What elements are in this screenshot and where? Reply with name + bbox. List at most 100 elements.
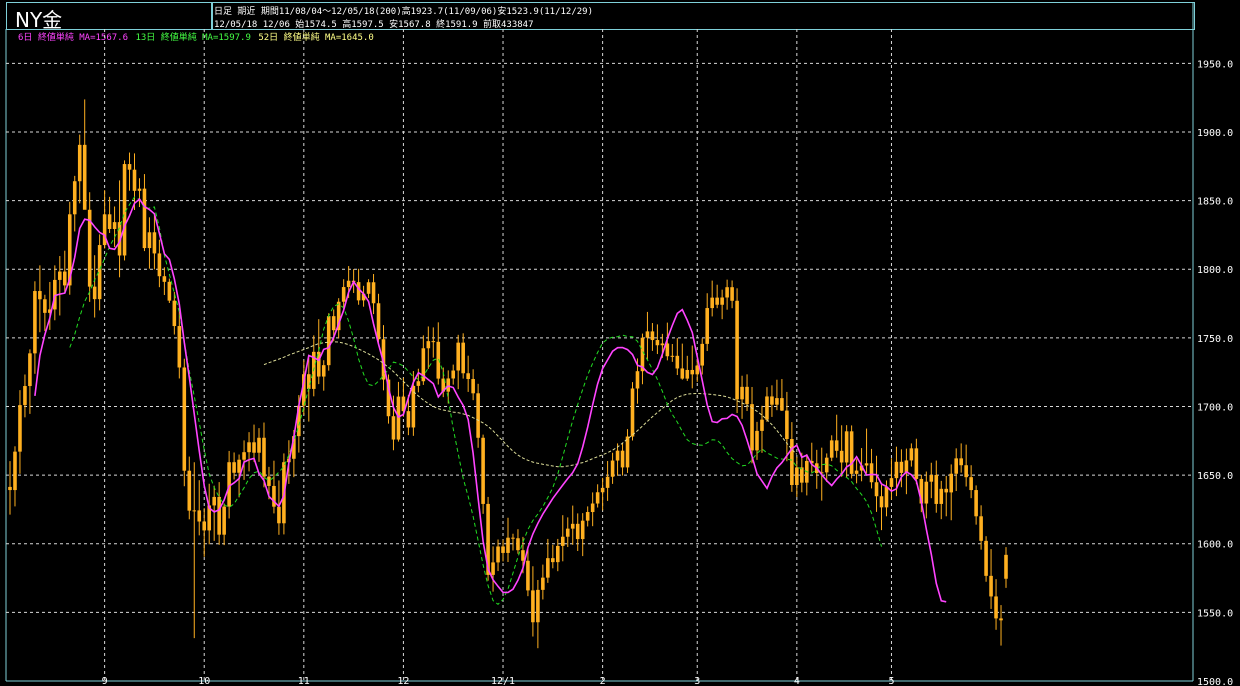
candle-body	[456, 342, 460, 371]
candle-body	[157, 253, 162, 277]
candle-body	[660, 343, 665, 346]
candle-body	[795, 467, 799, 485]
candle-body	[391, 416, 396, 440]
candle-body	[406, 411, 411, 428]
candle-body	[939, 488, 944, 504]
candle-body	[162, 276, 167, 282]
candle-body	[277, 506, 281, 524]
candle-body	[615, 450, 620, 461]
candle-body	[610, 460, 615, 477]
candle-body	[77, 144, 82, 182]
candle-body	[770, 396, 774, 405]
candle-body	[177, 326, 182, 368]
candle-body	[182, 367, 187, 471]
candle-body	[237, 459, 241, 473]
y-tick-label: 1550.0	[1197, 608, 1233, 619]
candle-body	[371, 282, 376, 304]
candle-body	[949, 473, 954, 493]
candle-body	[506, 537, 510, 553]
chart-frame: NY金 日足 期近 期間11/08/04～12/05/18(200)高1923.…	[0, 0, 1240, 686]
candle-body	[934, 474, 939, 504]
candle-body	[889, 478, 894, 487]
candle-body	[396, 396, 401, 440]
candle-body	[959, 458, 963, 466]
candle-body	[247, 442, 251, 453]
candle-body	[466, 373, 470, 380]
candle-body	[8, 486, 12, 491]
y-tick-label: 1850.0	[1197, 197, 1233, 208]
x-tick-label: 12	[397, 676, 409, 686]
candle-body	[252, 442, 256, 453]
candle-body	[62, 271, 67, 286]
candle-body	[565, 528, 570, 537]
candle-body	[635, 371, 640, 389]
candle-body	[879, 496, 884, 508]
candle-body	[765, 396, 769, 420]
candle-body	[790, 439, 794, 485]
candle-body	[72, 181, 77, 215]
candle-body	[929, 474, 934, 482]
candle-body	[476, 393, 480, 438]
candle-body	[331, 316, 336, 331]
candle-body	[715, 297, 719, 305]
candle-body	[137, 188, 142, 191]
candle-body	[82, 144, 87, 210]
candle-body	[112, 222, 117, 229]
candle-body	[531, 590, 535, 623]
candle-body	[585, 512, 590, 521]
candle-body	[580, 520, 585, 540]
candle-body	[13, 451, 17, 491]
y-tick-label: 1700.0	[1197, 402, 1233, 413]
candle-body	[570, 523, 575, 529]
candle-body	[192, 510, 197, 512]
candle-body	[501, 546, 505, 553]
candle-body	[1004, 554, 1008, 579]
candle-body	[167, 281, 172, 301]
x-tick-label: 2	[600, 676, 606, 686]
candle-body	[58, 271, 62, 280]
y-tick-label: 1750.0	[1197, 334, 1233, 345]
candle-body	[595, 492, 600, 504]
candle-body	[670, 355, 675, 357]
candle-body	[909, 448, 914, 461]
candle-body	[690, 369, 695, 375]
x-tick-label: 4	[794, 676, 800, 686]
candle-body	[625, 436, 630, 468]
candle-body	[755, 430, 759, 451]
candle-body	[824, 457, 829, 473]
candle-body	[267, 476, 271, 486]
candle-body	[780, 398, 784, 411]
x-tick-label: 3	[694, 676, 700, 686]
candle-body	[23, 386, 27, 406]
candle-body	[33, 291, 37, 354]
candle-body	[645, 331, 650, 338]
candle-body	[745, 386, 749, 405]
candle-body	[620, 450, 625, 468]
ma6-line	[34, 197, 947, 603]
y-tick-label: 1500.0	[1197, 677, 1233, 686]
candle-body	[974, 490, 978, 517]
candle-body	[989, 575, 993, 597]
candle-body	[630, 388, 635, 437]
candle-body	[725, 287, 729, 298]
candle-body	[18, 405, 22, 452]
candle-body	[785, 410, 789, 440]
candle-body	[202, 521, 207, 531]
candle-body	[516, 538, 520, 551]
candle-body	[775, 398, 779, 405]
candle-body	[341, 287, 346, 302]
candle-body	[172, 300, 177, 327]
candle-body	[326, 316, 331, 366]
candle-body	[735, 300, 739, 400]
x-tick-label: 11	[298, 676, 310, 686]
candle-body	[700, 343, 705, 366]
candle-body	[710, 297, 714, 309]
x-tick-label: 10	[198, 676, 210, 686]
ma52-line	[263, 341, 798, 468]
candle-body	[979, 516, 983, 541]
candle-body	[147, 232, 152, 249]
candle-body	[829, 440, 834, 458]
x-tick-label: 9	[102, 676, 108, 686]
candle-body	[43, 299, 47, 313]
candle-body	[800, 467, 804, 483]
